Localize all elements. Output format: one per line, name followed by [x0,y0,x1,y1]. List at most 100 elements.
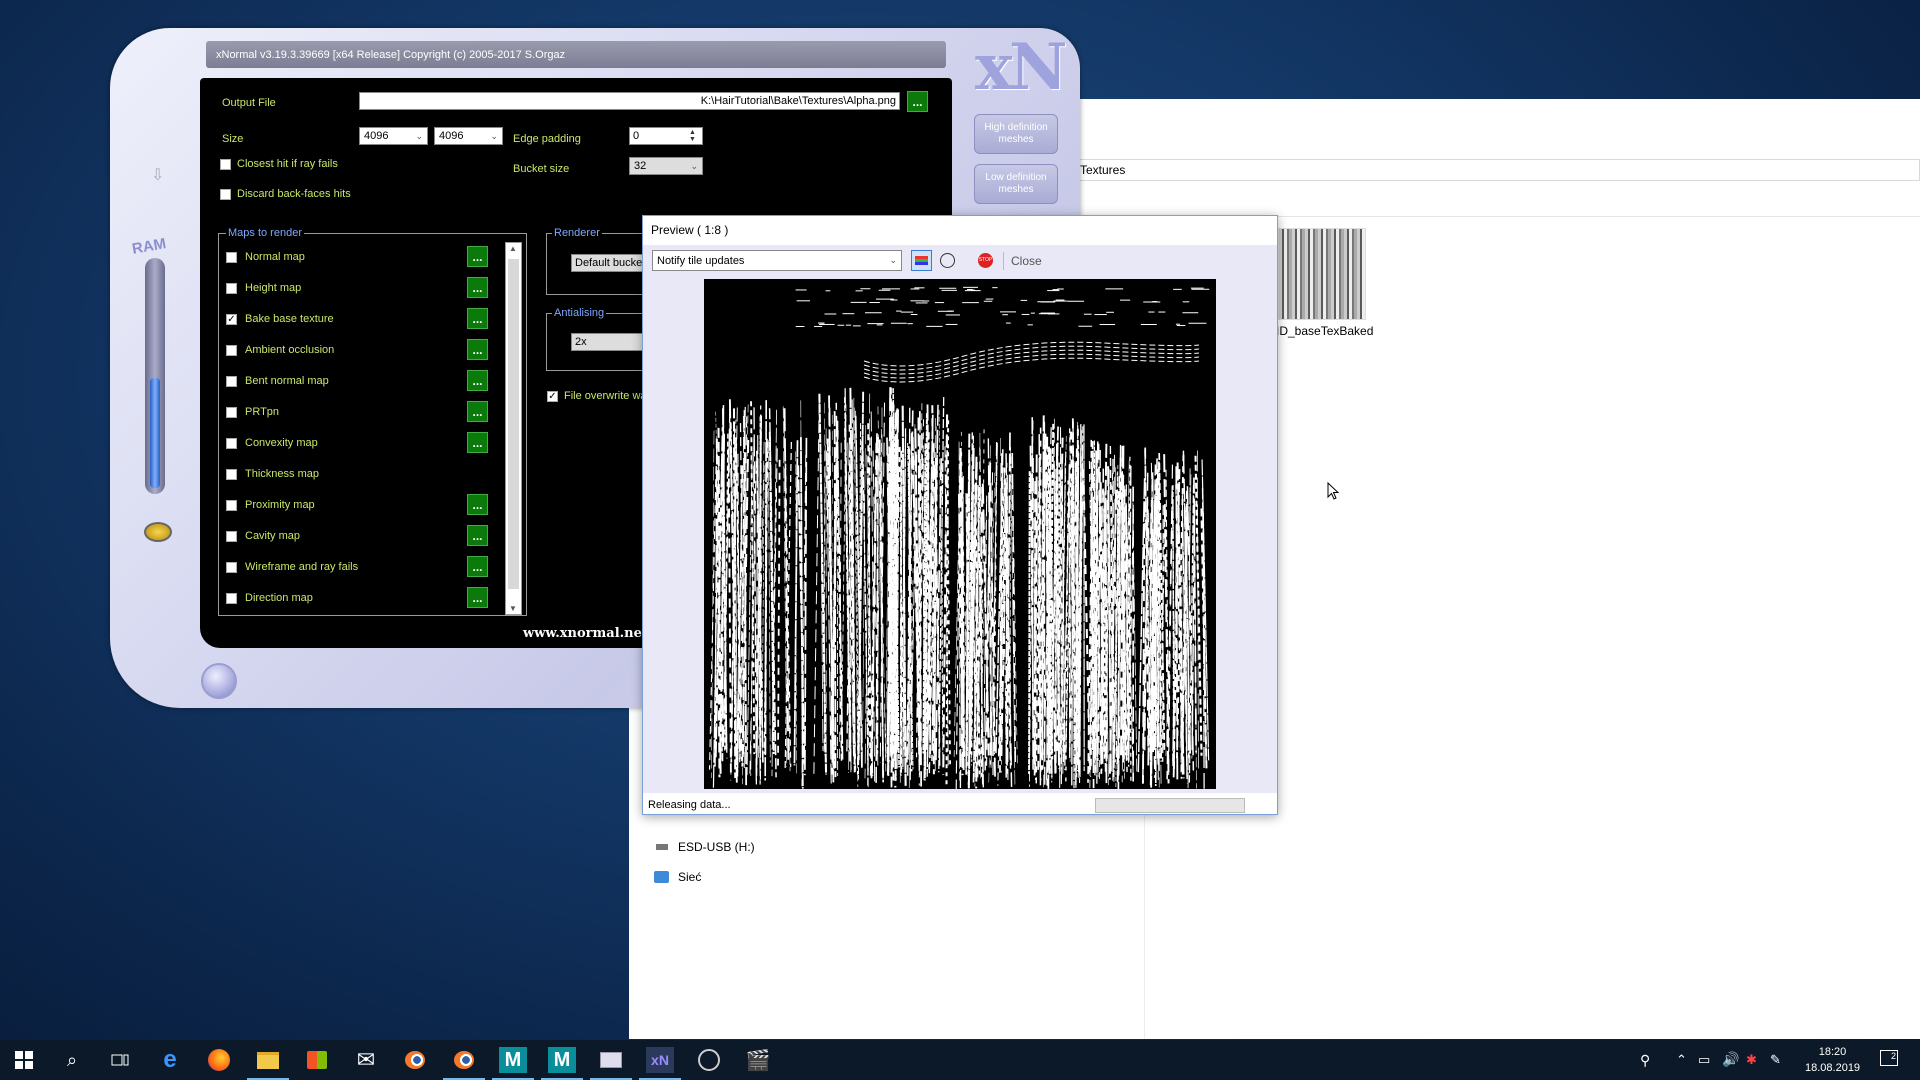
checkbox-label: Discard back-faces hits [237,188,351,200]
maps-scrollbar[interactable]: ▲ ▼ [505,242,522,615]
website-link[interactable]: www.xnormal.net [523,626,648,641]
maya-icon[interactable]: M [492,1047,534,1080]
chevron-down-icon[interactable]: ▼ [509,604,517,613]
people-icon[interactable]: ⚲ [1640,1052,1650,1069]
file-explorer-icon[interactable] [247,1047,289,1080]
bucket-size-select[interactable]: 32 ⌄ [629,157,703,175]
map-row[interactable]: Ambient occlusion [226,339,334,361]
stop-icon[interactable]: STOP [978,253,993,268]
xnormal-title[interactable]: xNormal v3.19.3.39669 [x64 Release] Copy… [206,41,946,68]
clock[interactable]: 18:20 18.08.2019 [1805,1044,1860,1076]
size-width-select[interactable]: 4096 ⌄ [359,127,428,145]
map-checkbox[interactable] [226,592,237,604]
map-row[interactable]: Wireframe and ray fails [226,556,358,578]
map-row[interactable]: Thickness map [226,463,319,485]
arrow-down-icon[interactable]: ⇩ [151,165,164,185]
map-options-button[interactable]: ... [467,432,488,453]
notification-center-icon[interactable]: 2 [1880,1050,1898,1066]
checkbox-box [220,158,231,170]
map-row[interactable]: Bent normal map [226,370,329,392]
map-checkbox[interactable] [226,282,237,294]
brush-icon[interactable] [144,522,172,542]
orb-button[interactable] [201,663,237,699]
output-file-input[interactable]: K:\HairTutorial\Bake\Textures\Alpha.png [359,92,900,110]
antialiasing-select[interactable]: 2x [571,333,646,351]
map-checkbox[interactable] [226,530,237,542]
task-view-icon[interactable] [106,1047,134,1073]
chevron-up-icon[interactable]: ▲ [509,244,517,253]
mail-icon[interactable]: ✉ [352,1047,380,1073]
blender-icon[interactable] [401,1047,429,1073]
low-definition-meshes-button[interactable]: Low definition meshes [974,164,1058,204]
map-options-button[interactable]: ... [467,494,488,515]
app-window-icon[interactable] [590,1047,632,1080]
map-row[interactable]: ✓ Bake base texture [226,308,334,330]
clock-time: 18:20 [1818,1046,1847,1058]
drive-item-network[interactable]: Sieć [654,870,701,884]
texture-thumbnail[interactable] [1278,228,1366,320]
map-row[interactable]: Cavity map [226,525,300,547]
map-checkbox[interactable] [226,375,237,387]
search-icon[interactable]: ⌕ [58,1047,86,1073]
blender-icon[interactable] [443,1047,485,1080]
map-options-button[interactable]: ... [467,556,488,577]
chevron-up-icon[interactable]: ⌃ [1676,1052,1687,1068]
xnormal-taskbar-icon[interactable]: xN [639,1047,681,1080]
edge-icon[interactable]: e [156,1046,184,1073]
notify-select[interactable]: Notify tile updates ⌄ [652,250,902,271]
alpha-circle-icon[interactable] [940,253,955,268]
map-checkbox[interactable] [226,251,237,263]
map-checkbox[interactable] [226,406,237,418]
map-label: Normal map [245,251,305,263]
ram-gauge-fill [150,378,160,488]
discard-backfaces-checkbox[interactable]: Discard back-faces hits [220,188,351,200]
map-row[interactable]: Normal map [226,246,305,268]
map-row[interactable]: Height map [226,277,301,299]
file-overwrite-checkbox[interactable]: ✓ File overwrite wa [547,390,647,402]
output-file-browse-button[interactable]: ... [907,91,928,112]
map-checkbox[interactable] [226,437,237,449]
closest-hit-checkbox[interactable]: Closest hit if ray fails [220,158,338,170]
map-options-button[interactable]: ... [467,308,488,329]
map-options-button[interactable]: ... [467,277,488,298]
map-row[interactable]: Direction map [226,587,313,609]
map-options-button[interactable]: ... [467,587,488,608]
map-checkbox[interactable] [226,499,237,511]
map-checkbox[interactable] [226,344,237,356]
chevron-down-icon: ⌄ [415,130,423,141]
notification-count: 2 [1890,1051,1896,1061]
map-options-button[interactable]: ... [467,525,488,546]
clapperboard-icon[interactable]: 🎬 [744,1047,772,1073]
map-options-button[interactable]: ... [467,370,488,391]
map-checkbox[interactable]: ✓ [226,313,237,325]
spinner-arrows-icon[interactable]: ▲ ▼ [689,129,696,143]
obs-icon[interactable] [695,1047,723,1073]
map-checkbox[interactable] [226,468,237,480]
store-icon[interactable] [303,1047,331,1073]
pen-icon[interactable]: ✎ [1770,1052,1781,1068]
size-height-select[interactable]: 4096 ⌄ [434,127,503,145]
map-row[interactable]: Convexity map [226,432,318,454]
app-tray-icon[interactable]: ✱ [1746,1052,1757,1068]
renderer-select[interactable]: Default bucke [571,254,646,272]
network-tray-icon[interactable]: ▭ [1698,1052,1710,1068]
map-row[interactable]: Proximity map [226,494,315,516]
close-button[interactable]: Close [1011,254,1042,268]
explorer-address-bar[interactable]: Textures [1077,159,1920,181]
map-options-button[interactable]: ... [467,401,488,422]
firefox-icon[interactable] [205,1047,233,1073]
thumbnail-label[interactable]: ID_baseTexBaked [1276,324,1373,338]
volume-icon[interactable]: 🔊 [1722,1051,1739,1068]
map-row[interactable]: PRTpn [226,401,279,423]
drive-item-usb[interactable]: ESD-USB (H:) [656,840,755,854]
map-options-button[interactable]: ... [467,246,488,267]
usb-drive-icon [656,844,668,850]
taskbar [0,1040,1920,1080]
map-checkbox[interactable] [226,561,237,573]
map-options-button[interactable]: ... [467,339,488,360]
windows-start-icon[interactable] [10,1047,38,1073]
scrollbar-thumb[interactable] [508,259,519,589]
maya-icon[interactable]: M [541,1047,583,1080]
color-channels-button[interactable] [911,250,932,271]
high-definition-meshes-button[interactable]: High definition meshes [974,114,1058,154]
